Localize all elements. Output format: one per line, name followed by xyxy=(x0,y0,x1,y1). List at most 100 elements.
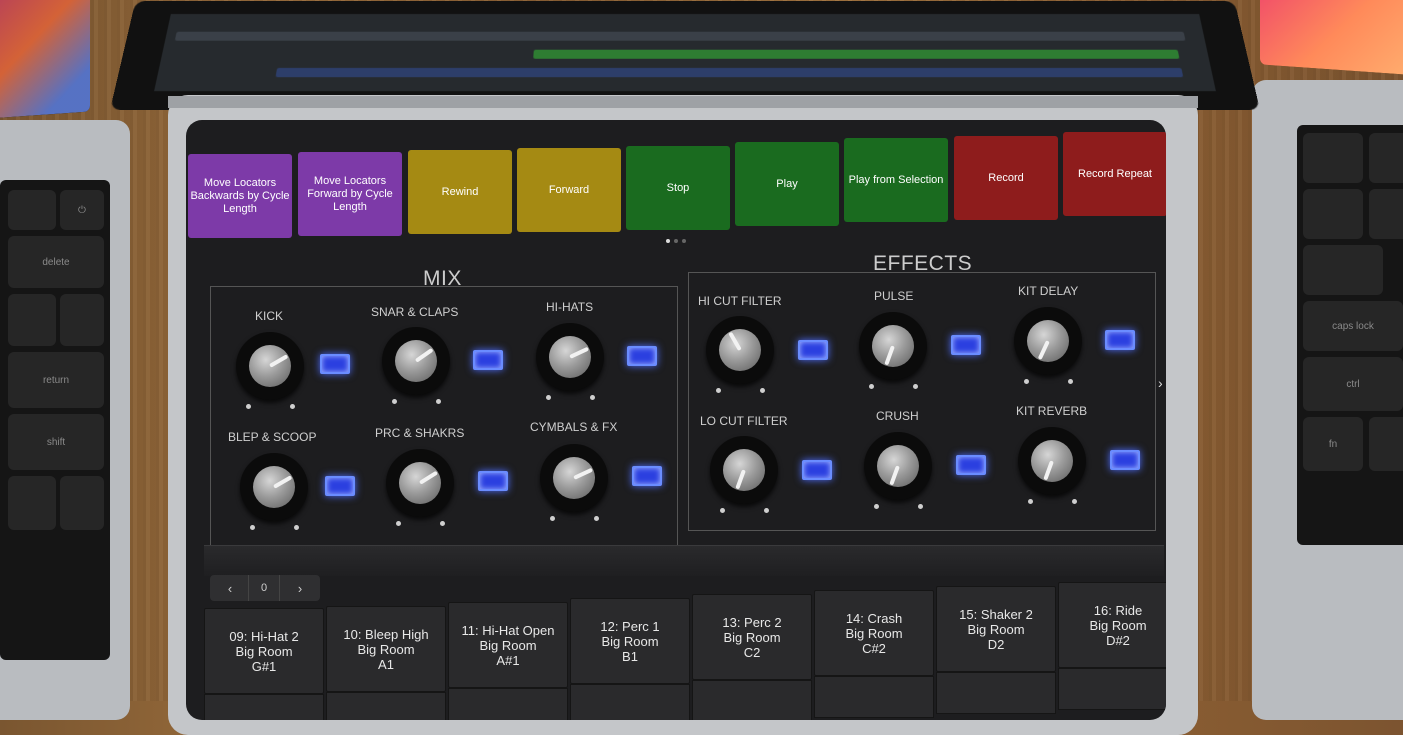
hi-hats-knob[interactable] xyxy=(536,323,604,400)
stop-button[interactable]: Stop xyxy=(626,146,730,230)
drum-pad[interactable]: 10: Bleep High Big Room A1 xyxy=(326,606,446,692)
key xyxy=(60,294,104,346)
key xyxy=(1303,133,1363,183)
drum-pad[interactable] xyxy=(936,672,1056,714)
pad-room: Big Room xyxy=(1089,617,1147,633)
drum-pad[interactable]: 12: Perc 1 Big Room B1 xyxy=(570,598,690,684)
pad-room: Big Room xyxy=(479,637,537,653)
forward-button[interactable]: Forward xyxy=(517,148,621,232)
drum-pad[interactable] xyxy=(326,692,446,720)
pad-room: Big Room xyxy=(845,625,903,641)
knob-label: KIT DELAY xyxy=(1018,284,1079,298)
key xyxy=(8,476,56,530)
pad-name: 12: Perc 1 xyxy=(600,618,660,634)
key xyxy=(60,476,104,530)
knob-label: BLEP & SCOOP xyxy=(228,430,317,444)
key xyxy=(1369,133,1403,183)
blep-scoop-knob[interactable] xyxy=(240,453,308,530)
drum-pad[interactable] xyxy=(814,676,934,718)
record-repeat-button[interactable]: Record Repeat xyxy=(1063,132,1166,216)
play-from-selection-button[interactable]: Play from Selection xyxy=(844,138,948,222)
play-button[interactable]: Play xyxy=(735,142,839,226)
knob-label: SNAR & CLAPS xyxy=(371,305,459,319)
key-ctrl: ctrl xyxy=(1303,357,1403,411)
prev-bank-button[interactable]: ‹ xyxy=(216,575,244,601)
drum-pad[interactable]: 13: Perc 2 Big Room C2 xyxy=(692,594,812,680)
key xyxy=(8,294,56,346)
key xyxy=(1303,245,1383,295)
kit-delay-knob[interactable] xyxy=(1014,307,1082,384)
hi-hats-button[interactable] xyxy=(627,346,657,366)
snare-claps-button[interactable] xyxy=(473,350,503,370)
kick-knob[interactable] xyxy=(236,332,304,409)
blep-scoop-button[interactable] xyxy=(325,476,355,496)
pad-room: Big Room xyxy=(967,621,1025,637)
pad-note: A1 xyxy=(378,656,394,672)
cymbals-fx-knob[interactable] xyxy=(540,444,608,521)
knob-label: HI CUT FILTER xyxy=(698,294,782,308)
panel-divider xyxy=(204,545,1164,576)
knob-label: HI-HATS xyxy=(546,300,594,314)
kick-button[interactable] xyxy=(320,354,350,374)
perc-shakers-button[interactable] xyxy=(478,471,508,491)
lo-cut-filter-knob[interactable] xyxy=(710,436,778,513)
pad-note: G#1 xyxy=(251,658,277,674)
hi-cut-filter-knob[interactable] xyxy=(706,316,774,393)
knob-label: LO CUT FILTER xyxy=(700,414,788,428)
key xyxy=(1369,417,1403,471)
kit-delay-button[interactable] xyxy=(1105,330,1135,350)
pad-name: 11: Hi-Hat Open xyxy=(461,622,555,638)
pad-name: 16: Ride xyxy=(1093,602,1143,618)
key-delete: delete xyxy=(8,236,104,288)
hi-cut-filter-button[interactable] xyxy=(798,340,828,360)
right-laptop: caps lock ctrl fn xyxy=(1252,80,1403,720)
chevron-right-icon[interactable]: › xyxy=(1158,375,1163,391)
pulse-knob[interactable] xyxy=(859,312,927,389)
key xyxy=(8,190,56,230)
next-bank-button[interactable]: › xyxy=(286,575,314,601)
pad-room: Big Room xyxy=(723,629,781,645)
kit-reverb-button[interactable] xyxy=(1110,450,1140,470)
move-locators-forward-button[interactable]: Move Locators Forward by Cycle Length xyxy=(298,152,402,236)
drum-pad[interactable]: 09: Hi-Hat 2 Big Room G#1 xyxy=(204,608,324,694)
drum-pad[interactable] xyxy=(692,680,812,720)
crush-knob[interactable] xyxy=(864,432,932,509)
drum-pad[interactable]: 15: Shaker 2 Big Room D2 xyxy=(936,586,1056,672)
perc-shakers-knob[interactable] xyxy=(386,449,454,526)
page-indicator[interactable] xyxy=(664,230,688,248)
pad-note: B1 xyxy=(622,648,638,664)
crush-button[interactable] xyxy=(956,455,986,475)
left-laptop-screen xyxy=(0,0,90,119)
pad-bank-pager: ‹ 0 › xyxy=(210,575,320,601)
drum-pad[interactable] xyxy=(570,684,690,720)
pulse-button[interactable] xyxy=(951,335,981,355)
key-caps-lock: caps lock xyxy=(1303,301,1403,351)
rewind-button[interactable]: Rewind xyxy=(408,150,512,234)
key-shift: shift xyxy=(8,414,104,470)
left-keyboard: ⏻ delete return shift xyxy=(0,180,110,660)
drum-pad[interactable] xyxy=(448,688,568,720)
logic-remote-panel: Move Locators Backwards by Cycle Length … xyxy=(186,120,1166,720)
record-button[interactable]: Record xyxy=(954,136,1058,220)
snare-claps-knob[interactable] xyxy=(382,327,450,404)
drum-pad[interactable] xyxy=(1058,668,1166,710)
right-keyboard: caps lock ctrl fn xyxy=(1297,125,1403,545)
lo-cut-filter-button[interactable] xyxy=(802,460,832,480)
drum-pad[interactable]: 11: Hi-Hat Open Big Room A#1 xyxy=(448,602,568,688)
move-locators-backwards-button[interactable]: Move Locators Backwards by Cycle Length xyxy=(188,154,292,238)
laptop-screen xyxy=(110,0,1260,110)
daw-arrange-window xyxy=(154,14,1216,92)
laptop-hinge xyxy=(168,96,1198,108)
cymbals-fx-button[interactable] xyxy=(632,466,662,486)
transport-bar: Move Locators Backwards by Cycle Length … xyxy=(186,132,1166,238)
kit-reverb-knob[interactable] xyxy=(1018,427,1086,504)
drum-pad[interactable]: 16: Ride Big Room D#2 xyxy=(1058,582,1166,668)
drum-pad[interactable]: 14: Crash Big Room C#2 xyxy=(814,590,934,676)
drum-pad[interactable] xyxy=(204,694,324,720)
right-laptop-screen xyxy=(1260,0,1403,76)
bank-number: 0 xyxy=(248,575,280,601)
pad-name: 13: Perc 2 xyxy=(722,614,782,630)
pad-note: D#2 xyxy=(1106,632,1130,648)
key-fn: fn xyxy=(1303,417,1363,471)
pad-name: 10: Bleep High xyxy=(343,626,429,642)
